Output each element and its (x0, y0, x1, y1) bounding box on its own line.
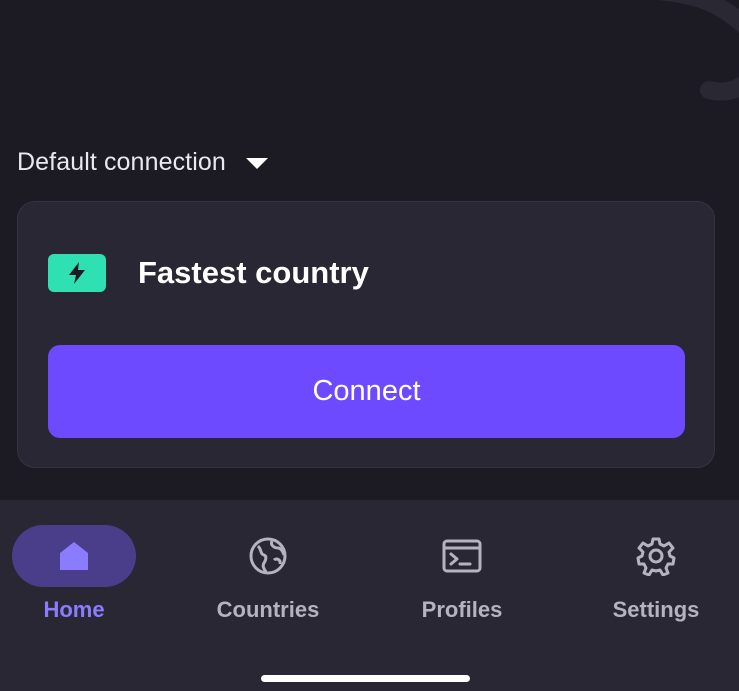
nav-settings-pill (594, 525, 718, 587)
nav-item-home[interactable]: Home (0, 525, 164, 623)
fastest-country-title: Fastest country (138, 255, 369, 290)
bottom-navigation: Home Countries Profiles Settings (0, 500, 739, 691)
background-decoration (658, 0, 739, 101)
nav-item-countries[interactable]: Countries (178, 525, 358, 623)
home-icon (60, 542, 88, 570)
bolt-icon-glyph (69, 262, 85, 284)
nav-home-pill (12, 525, 136, 587)
fastest-country-row: Fastest country (48, 254, 369, 292)
quick-connect-card: Fastest country Connect (17, 201, 715, 468)
nav-profiles-pill (400, 525, 524, 587)
nav-item-settings[interactable]: Settings (566, 525, 739, 623)
nav-item-profiles[interactable]: Profiles (372, 525, 552, 623)
bolt-icon (48, 254, 106, 292)
terminal-icon (442, 539, 482, 573)
nav-profiles-label: Profiles (421, 597, 503, 622)
connect-button[interactable]: Connect (48, 345, 685, 438)
caret-down-icon (245, 157, 268, 169)
nav-countries-label: Countries (216, 597, 320, 622)
globe-icon (249, 537, 287, 575)
default-connection-dropdown[interactable]: Default connection (17, 145, 268, 179)
gear-icon (636, 537, 676, 576)
nav-countries-pill (206, 525, 330, 587)
home-indicator-bar[interactable] (261, 675, 470, 682)
default-connection-label: Default connection (17, 147, 226, 176)
nav-settings-label: Settings (612, 597, 700, 622)
nav-home-label: Home (43, 597, 105, 622)
